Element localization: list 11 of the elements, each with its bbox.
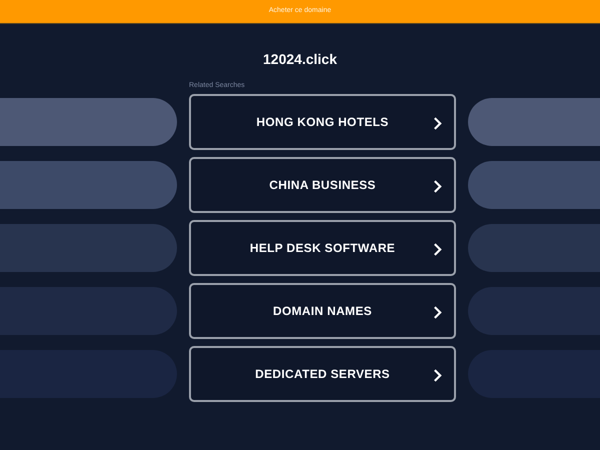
related-search-link[interactable]: HELP DESK SOFTWARE (189, 220, 456, 276)
chevron-right-icon (433, 243, 442, 256)
related-search-link[interactable]: CHINA BUSINESS (189, 157, 456, 213)
related-search-link[interactable]: DOMAIN NAMES (189, 283, 456, 339)
chevron-right-icon (433, 306, 442, 319)
site-title: 12024.click (263, 52, 337, 68)
related-search-link[interactable]: HONG KONG HOTELS (189, 94, 456, 150)
chevron-right-icon (433, 369, 442, 382)
chevron-right-icon (433, 117, 442, 130)
chevron-right-icon (433, 180, 442, 193)
related-search-link[interactable]: DEDICATED SERVERS (189, 346, 456, 402)
